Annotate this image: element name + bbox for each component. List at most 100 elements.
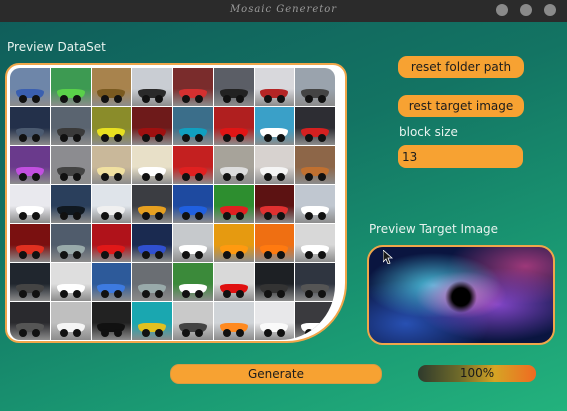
dataset-tile — [91, 302, 132, 340]
car-thumbnail — [97, 167, 126, 182]
car-thumbnail — [97, 323, 126, 338]
dataset-tile — [132, 224, 172, 262]
dataset-tile — [213, 68, 254, 106]
dataset-tile — [91, 146, 132, 184]
dataset-tile — [50, 302, 91, 340]
dataset-tile — [10, 185, 50, 223]
car-thumbnail — [138, 206, 167, 221]
progress-text: 100% — [459, 366, 495, 380]
dataset-tile — [10, 302, 50, 340]
dataset-tile — [213, 146, 254, 184]
dataset-tile — [91, 107, 132, 145]
car-thumbnail — [56, 245, 85, 260]
dataset-tile — [254, 224, 295, 262]
car-thumbnail — [56, 167, 85, 182]
dataset-tile — [132, 302, 172, 340]
progress-bar: 100% — [418, 365, 536, 382]
block-size-input[interactable] — [398, 145, 523, 168]
car-thumbnail — [138, 128, 167, 143]
window-title: Mosaic Generetor — [229, 4, 338, 15]
car-thumbnail — [260, 206, 289, 221]
car-thumbnail — [219, 167, 248, 182]
car-thumbnail — [260, 128, 289, 143]
dataset-tile — [213, 185, 254, 223]
dataset-tile — [213, 302, 254, 340]
minimize-button[interactable] — [496, 4, 508, 16]
car-thumbnail — [260, 284, 289, 299]
car-thumbnail — [97, 89, 126, 104]
dataset-tile — [254, 263, 295, 301]
dataset-tile — [173, 224, 213, 262]
car-thumbnail — [178, 128, 207, 143]
car-thumbnail — [219, 206, 248, 221]
car-thumbnail — [15, 323, 44, 338]
dataset-tile — [173, 146, 213, 184]
car-thumbnail — [15, 206, 44, 221]
maximize-button[interactable] — [520, 4, 532, 16]
dataset-grid — [10, 68, 335, 340]
close-button[interactable] — [544, 4, 556, 16]
dataset-tile — [50, 107, 91, 145]
dataset-tile — [295, 302, 335, 340]
car-thumbnail — [301, 128, 330, 143]
car-thumbnail — [301, 245, 330, 260]
car-thumbnail — [301, 323, 330, 338]
dataset-tile — [91, 263, 132, 301]
dataset-tile — [10, 224, 50, 262]
car-thumbnail — [56, 323, 85, 338]
dataset-tile — [254, 146, 295, 184]
dataset-tile — [295, 263, 335, 301]
dataset-tile — [295, 185, 335, 223]
dataset-tile — [213, 263, 254, 301]
car-thumbnail — [56, 284, 85, 299]
car-thumbnail — [219, 245, 248, 260]
reset-target-image-button[interactable]: rest target image — [398, 95, 524, 117]
car-thumbnail — [97, 128, 126, 143]
car-thumbnail — [260, 89, 289, 104]
car-thumbnail — [178, 284, 207, 299]
car-thumbnail — [219, 284, 248, 299]
car-thumbnail — [301, 89, 330, 104]
car-thumbnail — [97, 284, 126, 299]
dataset-tile — [173, 302, 213, 340]
car-thumbnail — [138, 89, 167, 104]
car-thumbnail — [219, 128, 248, 143]
dataset-tile — [91, 68, 132, 106]
dataset-tile — [132, 146, 172, 184]
dataset-tile — [173, 185, 213, 223]
dataset-tile — [50, 224, 91, 262]
dataset-tile — [132, 263, 172, 301]
target-image-preview[interactable] — [367, 245, 555, 345]
reset-folder-path-button[interactable]: reset folder path — [398, 56, 524, 78]
dataset-tile — [295, 224, 335, 262]
car-thumbnail — [15, 167, 44, 182]
dataset-tile — [91, 224, 132, 262]
car-thumbnail — [56, 89, 85, 104]
dataset-tile — [254, 107, 295, 145]
car-thumbnail — [219, 89, 248, 104]
car-thumbnail — [178, 206, 207, 221]
car-thumbnail — [301, 206, 330, 221]
car-thumbnail — [138, 167, 167, 182]
car-thumbnail — [15, 284, 44, 299]
dataset-tile — [213, 224, 254, 262]
car-thumbnail — [97, 245, 126, 260]
dataset-preview — [5, 63, 347, 343]
car-thumbnail — [301, 284, 330, 299]
dataset-tile — [10, 263, 50, 301]
dataset-tile — [10, 107, 50, 145]
dataset-tile — [50, 263, 91, 301]
car-thumbnail — [260, 323, 289, 338]
dataset-tile — [213, 107, 254, 145]
car-thumbnail — [178, 323, 207, 338]
dataset-tile — [10, 68, 50, 106]
dataset-tile — [254, 185, 295, 223]
car-thumbnail — [178, 167, 207, 182]
dataset-tile — [295, 146, 335, 184]
block-size-label: block size — [399, 125, 458, 139]
generate-button[interactable]: Generate — [170, 364, 382, 384]
car-thumbnail — [138, 323, 167, 338]
car-thumbnail — [15, 89, 44, 104]
car-thumbnail — [178, 245, 207, 260]
car-thumbnail — [56, 128, 85, 143]
